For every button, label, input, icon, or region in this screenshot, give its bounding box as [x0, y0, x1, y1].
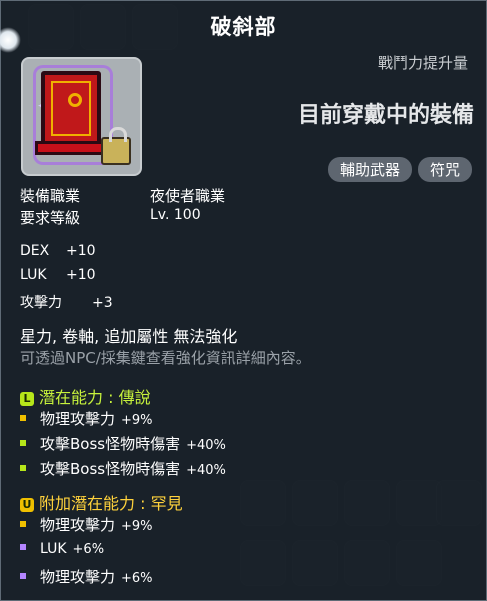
combat-power-label: 戰鬥力提升量 [377, 54, 468, 72]
potential-line-value: +40% [186, 463, 226, 478]
additional-line-text: 物理攻擊力 [40, 568, 116, 586]
info-note: 可透過NPC/採集鍵查看強化資訊詳細內容。 [20, 349, 311, 367]
stat-name: LUK [20, 267, 47, 283]
tag-talisman: 符咒 [417, 157, 472, 182]
stat-name: DEX [20, 243, 50, 259]
potential-line-text: 攻擊Boss怪物時傷害 [40, 435, 181, 453]
bullet-icon [20, 573, 26, 579]
potential-header: L 潛在能力 : 傳說 [20, 384, 151, 408]
additional-line: LUK +6% [20, 541, 104, 557]
tag-secondary-weapon: 輔助武器 [327, 157, 412, 182]
lock-icon [101, 127, 131, 165]
bullet-icon [20, 415, 26, 421]
potential-line: 物理攻擊力 +9% [20, 408, 153, 429]
equipped-label: 目前穿戴中的裝備 [297, 103, 474, 128]
level-value: Lv. 100 [150, 207, 201, 223]
potential-line: 攻擊Boss怪物時傷害 +40% [20, 458, 226, 479]
stat-row: LUK +10 [20, 267, 96, 283]
additional-line: 物理攻擊力 +6% [20, 566, 153, 587]
stat-value: +3 [92, 295, 113, 311]
potential-line-text: 攻擊Boss怪物時傷害 [40, 460, 181, 478]
potential-label: 潛在能力 : 傳說 [39, 388, 151, 407]
rare-badge: U [20, 498, 34, 512]
job-value: 夜使者職業 [150, 187, 226, 205]
stat-value: +10 [66, 267, 96, 283]
bullet-icon [20, 440, 26, 446]
additional-line-value: +6% [72, 542, 105, 557]
bullet-icon [20, 544, 26, 550]
potential-line-value: +40% [186, 438, 226, 453]
stat-row: 攻擊力 +3 [20, 292, 113, 312]
bullet-icon [20, 521, 26, 527]
additional-line: 物理攻擊力 +9% [20, 514, 153, 535]
item-tooltip: 破斜部 ✦ ✦ 戰鬥力提升量 目前穿戴中的裝備 輔助武器 符咒 裝備職業 夜使者… [0, 0, 487, 601]
stat-row: DEX +10 [20, 243, 96, 259]
talisman-base [35, 141, 109, 155]
additional-potential-label: 附加潛在能力 : 罕見 [39, 494, 183, 513]
additional-line-value: +6% [121, 571, 153, 586]
category-tags: 輔助武器 符咒 [327, 157, 472, 182]
bullet-icon [20, 465, 26, 471]
restriction-note: 星力, 卷軸, 追加屬性 無法強化 [20, 327, 238, 346]
talisman-icon [35, 71, 109, 155]
item-icon-frame: ✦ ✦ [21, 57, 142, 176]
legendary-badge: L [20, 392, 34, 406]
potential-line-text: 物理攻擊力 [40, 410, 116, 428]
potential-line: 攻擊Boss怪物時傷害 +40% [20, 433, 226, 454]
talisman-border [51, 81, 91, 136]
item-title: 破斜部 [210, 15, 277, 39]
potential-line-value: +9% [121, 413, 153, 428]
additional-line-text: 物理攻擊力 [40, 516, 116, 534]
level-label: 要求等級 [20, 209, 81, 227]
talisman-emblem [68, 93, 82, 107]
additional-line-value: +9% [121, 519, 153, 534]
stat-value: +10 [66, 243, 96, 259]
additional-line-text: LUK [40, 541, 67, 557]
additional-potential-header: U 附加潛在能力 : 罕見 [20, 490, 183, 514]
stat-name: 攻擊力 [20, 295, 62, 311]
job-label: 裝備職業 [20, 187, 81, 205]
